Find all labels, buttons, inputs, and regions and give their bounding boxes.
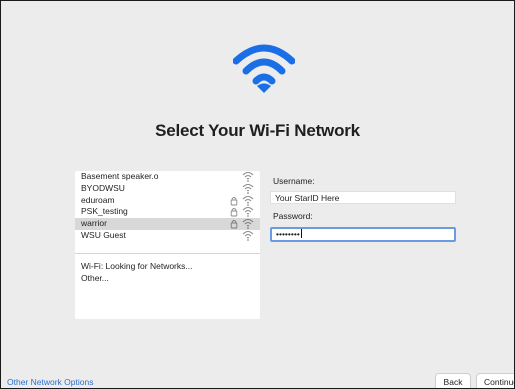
lock-icon <box>230 208 238 217</box>
network-scan-status: Wi-Fi: Looking for Networks... <box>81 261 193 271</box>
other-network-item[interactable]: Other... <box>81 273 109 283</box>
setup-window: Select Your Wi-Fi Network Basement speak… <box>0 0 515 389</box>
wifi-signal-icon <box>242 207 254 218</box>
network-name: warrior <box>81 218 107 229</box>
password-field[interactable]: •••••••• <box>270 227 456 242</box>
password-value: •••••••• <box>276 229 300 239</box>
list-divider <box>75 253 260 254</box>
page-title: Select Your Wi-Fi Network <box>155 121 360 140</box>
network-list-panel: Basement speaker.o BYODWSU eduroam PSK_t… <box>75 171 260 319</box>
password-label: Password: <box>273 211 313 221</box>
wifi-signal-icon <box>242 230 254 241</box>
wifi-signal-icon <box>242 183 254 194</box>
network-item[interactable]: BYODWSU <box>75 183 260 195</box>
wifi-signal-icon <box>242 172 254 182</box>
wifi-signal-icon <box>242 219 254 230</box>
network-name: BYODWSU <box>81 182 125 193</box>
continue-button[interactable]: Continue <box>476 373 514 388</box>
wifi-signal-icon <box>242 195 254 206</box>
network-item[interactable]: Basement speaker.o <box>75 171 260 183</box>
lock-icon <box>230 220 238 229</box>
network-name: eduroam <box>81 194 115 205</box>
network-list: Basement speaker.o BYODWSU eduroam PSK_t… <box>75 171 260 242</box>
wifi-icon <box>233 44 295 93</box>
lock-icon <box>230 196 238 206</box>
network-item[interactable]: eduroam <box>75 195 260 207</box>
network-item[interactable]: PSK_testing <box>75 206 260 218</box>
network-item[interactable]: WSU Guest <box>75 230 260 242</box>
back-button[interactable]: Back <box>435 373 471 388</box>
other-network-options-link[interactable]: Other Network Options <box>7 377 93 387</box>
network-name: WSU Guest <box>81 229 126 240</box>
network-name: Basement speaker.o <box>81 171 159 181</box>
username-field[interactable]: Your StarID Here <box>270 191 456 204</box>
network-name: PSK_testing <box>81 206 128 217</box>
username-label: Username: <box>273 176 315 186</box>
network-item-selected[interactable]: warrior <box>75 218 260 230</box>
text-cursor <box>300 229 302 238</box>
